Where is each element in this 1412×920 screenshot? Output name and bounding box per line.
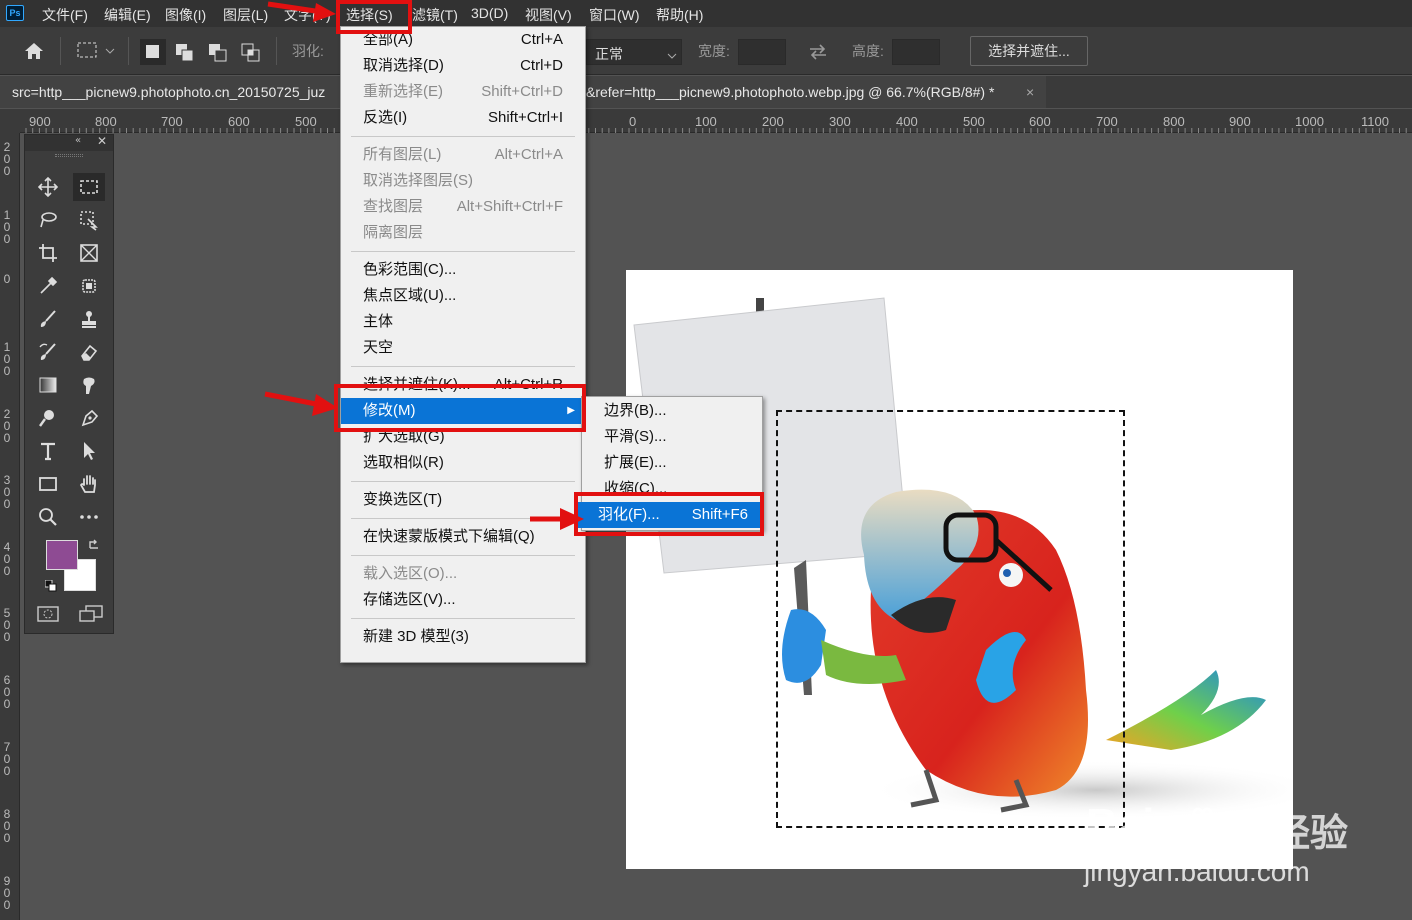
paw-icon	[1180, 804, 1224, 853]
arrow-to-modify-icon	[264, 391, 317, 407]
watermark-brand-du: du	[1226, 812, 1263, 845]
baidu-jingyan-watermark: Bai du 经验 jingyan.baidu.com	[1082, 800, 1412, 910]
watermark-brand: Bai	[1086, 800, 1155, 849]
watermark-jingyan: 经验	[1272, 813, 1349, 855]
watermark-url: jingyan.baidu.com	[1084, 856, 1310, 887]
arrow-to-select-icon	[267, 1, 323, 15]
annotation-arrows	[264, 1, 584, 530]
